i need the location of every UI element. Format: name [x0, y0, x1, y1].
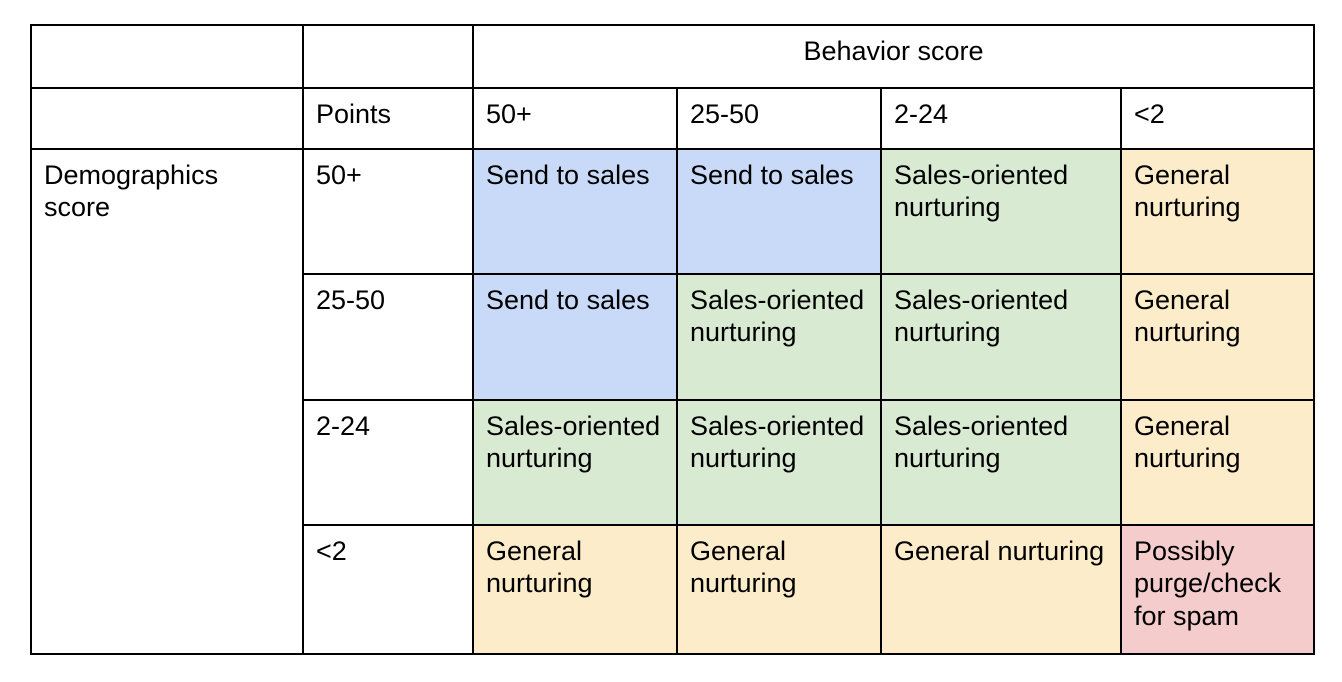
row-header-3: <2 [302, 524, 474, 655]
matrix-cell-3-2: General nurturing [880, 524, 1122, 655]
matrix-cell-3-0: General nurturing [472, 524, 678, 655]
corner-blank-above-points [302, 24, 474, 89]
row-header-1: 25-50 [302, 273, 474, 401]
matrix-cell-2-0: Sales-oriented nurturing [472, 399, 678, 526]
matrix-cell-2-3: General nurturing [1119, 399, 1316, 526]
matrix-cell-3-1: General nurturing [676, 524, 882, 655]
matrix-cell-3-3: Possibly purge/check for spam [1119, 524, 1316, 655]
matrix-cell-0-1: Send to sales [676, 148, 882, 275]
column-header-0: 50+ [472, 87, 678, 150]
corner-blank-left-of-points [30, 87, 304, 150]
scoring-matrix-table: Behavior score Points 50+ 25-50 2-24 <2 … [30, 24, 1316, 655]
table-row: Demographics score 50+ Send to sales Sen… [30, 148, 1316, 655]
lead-scoring-matrix: Behavior score Points 50+ 25-50 2-24 <2 … [0, 0, 1342, 682]
matrix-cell-1-1: Sales-oriented nurturing [676, 273, 882, 401]
row-header-0: 50+ [302, 148, 474, 275]
matrix-cell-0-2: Sales-oriented nurturing [880, 148, 1122, 275]
matrix-cell-2-2: Sales-oriented nurturing [880, 399, 1122, 526]
points-header: Points [302, 87, 474, 150]
matrix-cell-0-3: General nurturing [1119, 148, 1316, 275]
matrix-cell-0-0: Send to sales [472, 148, 678, 275]
corner-blank-upper-left [30, 24, 304, 89]
matrix-cell-1-3: General nurturing [1119, 273, 1316, 401]
demographics-score-header: Demographics score [30, 148, 304, 655]
behavior-score-header: Behavior score [471, 24, 1316, 89]
matrix-cell-2-1: Sales-oriented nurturing [676, 399, 882, 526]
matrix-cell-1-2: Sales-oriented nurturing [880, 273, 1122, 401]
column-header-3: <2 [1119, 87, 1316, 150]
column-header-1: 25-50 [676, 87, 882, 150]
column-header-2: 2-24 [880, 87, 1122, 150]
column-header-row: Points 50+ 25-50 2-24 <2 [30, 87, 1316, 150]
matrix-cell-1-0: Send to sales [472, 273, 678, 401]
row-header-2: 2-24 [302, 399, 474, 526]
group-header-row: Behavior score [30, 24, 1316, 89]
